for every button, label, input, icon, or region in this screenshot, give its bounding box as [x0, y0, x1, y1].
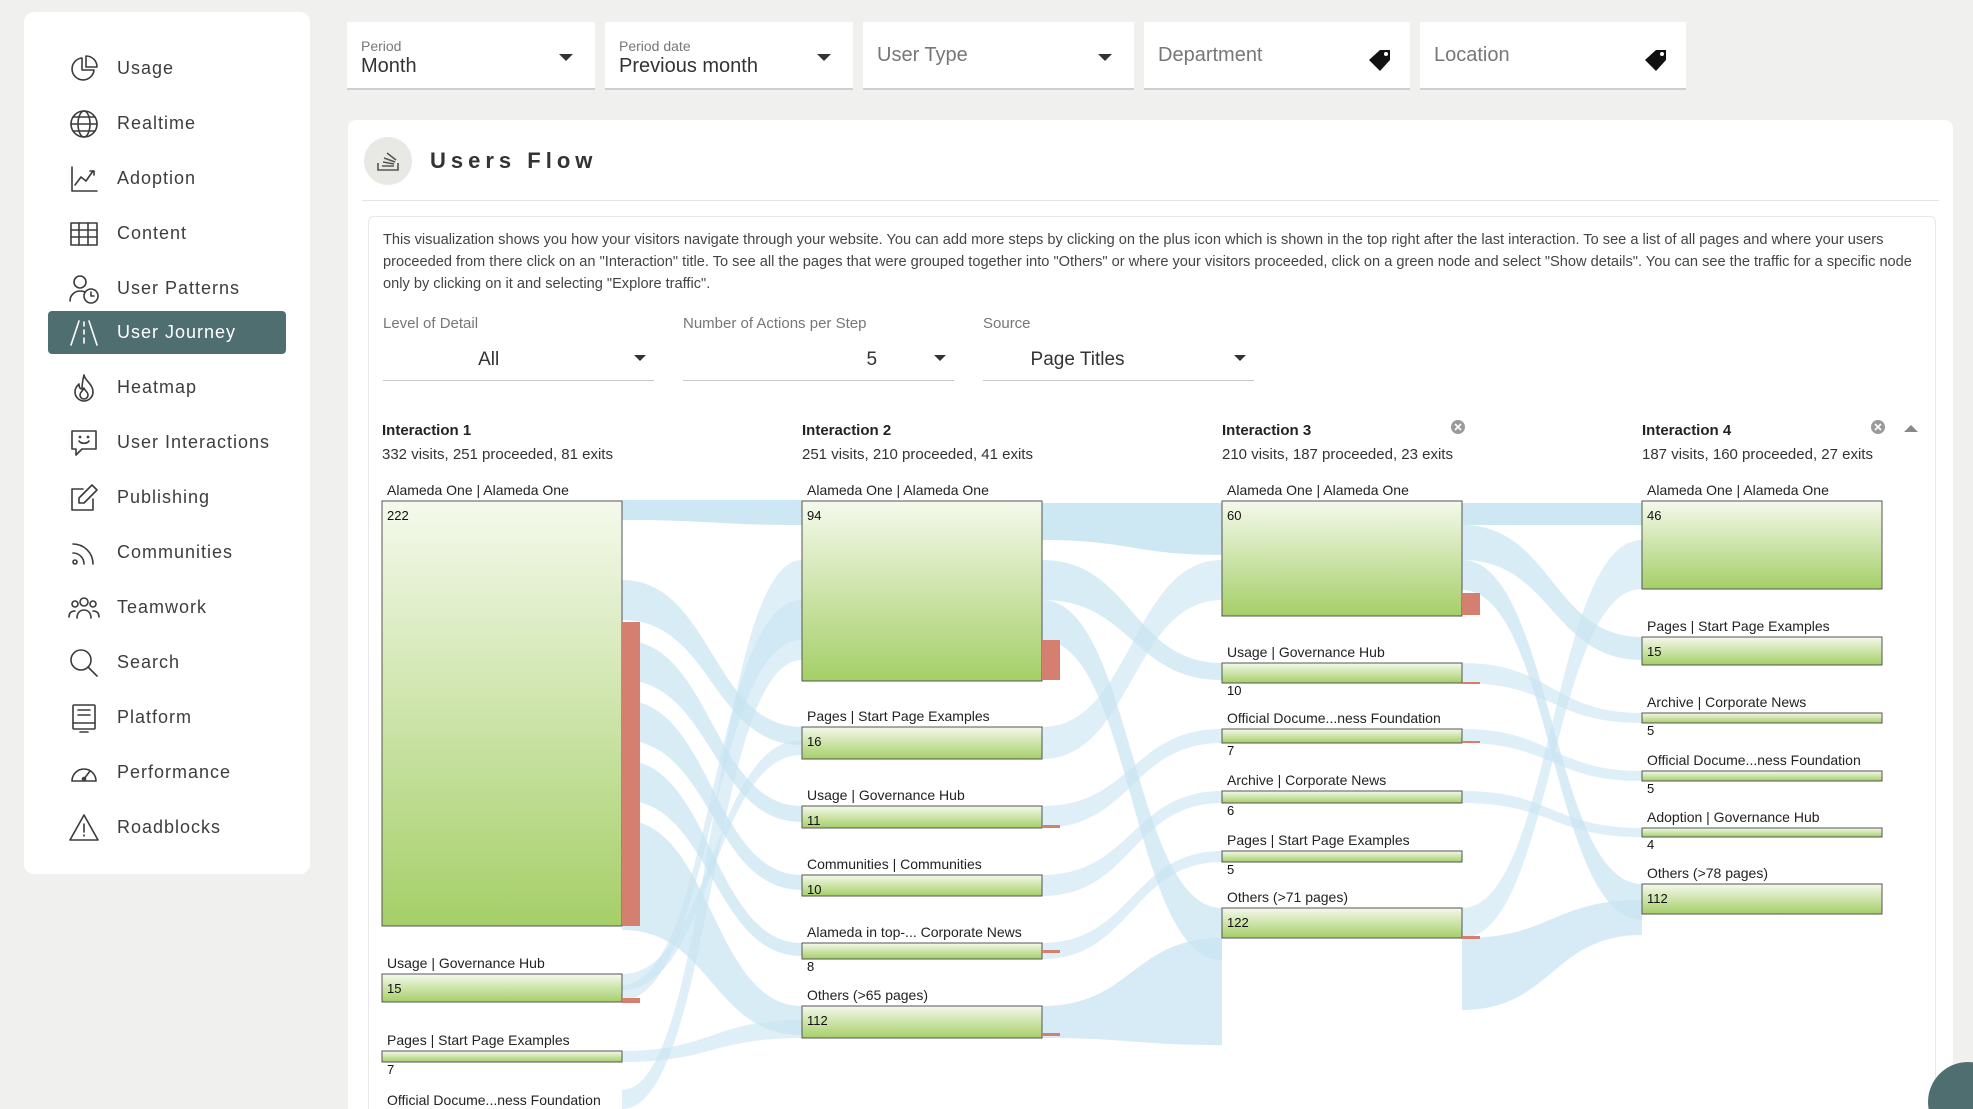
- interaction-stats: 332 visits, 251 proceeded, 81 exits: [382, 446, 613, 463]
- node-value: 5: [1647, 781, 1654, 796]
- flow-node[interactable]: [1221, 662, 1463, 684]
- node-label: Communities | Communities: [807, 856, 982, 872]
- node-label: Pages | Start Page Examples: [807, 708, 990, 724]
- node-label: Official Docume...ness Foundation: [387, 1092, 601, 1108]
- node-value: 15: [1647, 644, 1661, 659]
- exit-bar: [622, 998, 640, 1003]
- flow-node[interactable]: [801, 500, 1043, 682]
- exit-bar: [1042, 950, 1060, 953]
- node-label: Alameda One | Alameda One: [387, 482, 569, 498]
- flow-node[interactable]: [1641, 636, 1883, 666]
- flow-node[interactable]: [1641, 827, 1883, 838]
- interaction-stats: 187 visits, 160 proceeded, 27 exits: [1642, 446, 1873, 463]
- node-value: 6: [1227, 803, 1234, 818]
- node-label: Pages | Start Page Examples: [1647, 618, 1830, 634]
- flow-node[interactable]: [801, 874, 1043, 897]
- node-label: Archive | Corporate News: [1647, 694, 1806, 710]
- exit-bar: [1462, 593, 1480, 615]
- flow-link: [1462, 663, 1642, 723]
- interaction-title[interactable]: Interaction 2: [802, 422, 891, 439]
- node-label: Usage | Governance Hub: [1227, 644, 1385, 660]
- node-label: Alameda in top-... Corporate News: [807, 924, 1022, 940]
- node-value: 222: [387, 508, 409, 523]
- node-value: 122: [1227, 915, 1249, 930]
- node-value: 46: [1647, 508, 1661, 523]
- interaction-stats: 251 visits, 210 proceeded, 41 exits: [802, 446, 1033, 463]
- flow-links: [622, 500, 1642, 1109]
- interaction-title[interactable]: Interaction 3: [1222, 422, 1311, 439]
- exit-bar: [622, 622, 640, 926]
- node-value: 7: [387, 1062, 394, 1077]
- interaction-stats: 210 visits, 187 proceeded, 23 exits: [1222, 446, 1453, 463]
- flow-node[interactable]: [1221, 790, 1463, 804]
- node-label: Usage | Governance Hub: [807, 787, 965, 803]
- remove-step-icon[interactable]: [1871, 420, 1885, 434]
- node-value: 11: [807, 813, 821, 828]
- flow-link: [622, 1020, 802, 1062]
- node-value: 94: [807, 508, 821, 523]
- node-value: 10: [807, 882, 821, 897]
- exit-bar: [1042, 1033, 1060, 1036]
- interaction-title[interactable]: Interaction 4: [1642, 422, 1732, 439]
- flow-node[interactable]: [1221, 728, 1463, 744]
- node-label: Usage | Governance Hub: [387, 955, 545, 971]
- node-label: Others (>71 pages): [1227, 889, 1348, 905]
- node-value: 16: [807, 734, 821, 749]
- flow-node[interactable]: [801, 805, 1043, 829]
- node-label: Archive | Corporate News: [1227, 772, 1386, 788]
- node-label: Official Docume...ness Foundation: [1647, 752, 1861, 768]
- node-value: 7: [1227, 743, 1234, 758]
- node-label: Pages | Start Page Examples: [1227, 832, 1410, 848]
- node-label: Adoption | Governance Hub: [1647, 809, 1820, 825]
- node-label: Others (>65 pages): [807, 987, 928, 1003]
- interaction-headers: Interaction 1 332 visits, 251 proceeded, …: [382, 420, 1918, 463]
- flow-node[interactable]: [1641, 500, 1883, 590]
- flow-node[interactable]: [1641, 712, 1883, 724]
- node-label: Others (>78 pages): [1647, 865, 1768, 881]
- flow-node[interactable]: [1641, 883, 1883, 915]
- interaction-title[interactable]: Interaction 1: [382, 422, 471, 439]
- node-value: 60: [1227, 508, 1241, 523]
- remove-step-icon[interactable]: [1451, 420, 1465, 434]
- node-label: Alameda One | Alameda One: [1227, 482, 1409, 498]
- flow-link: [1462, 791, 1642, 837]
- flow-node[interactable]: [381, 500, 623, 927]
- node-value: 8: [807, 959, 814, 974]
- flow-node[interactable]: [1221, 907, 1463, 939]
- node-value: 10: [1227, 683, 1241, 698]
- node-value: 112: [1647, 891, 1668, 906]
- exit-bar: [1462, 682, 1480, 684]
- flow-node[interactable]: [801, 1005, 1043, 1039]
- exit-bar: [1462, 936, 1480, 939]
- users-flow-diagram: Alameda One | Alameda One 222 Usage | Gove…: [381, 420, 1918, 1109]
- flow-node[interactable]: [1221, 850, 1463, 863]
- flow-node[interactable]: [381, 1050, 623, 1063]
- exit-bar: [1462, 741, 1480, 743]
- exit-bar: [1042, 640, 1060, 680]
- node-label: Pages | Start Page Examples: [387, 1032, 570, 1048]
- flow-node[interactable]: [801, 942, 1043, 960]
- flow-link: [1042, 503, 1222, 555]
- exit-bar: [1042, 825, 1060, 828]
- node-label: Alameda One | Alameda One: [807, 482, 989, 498]
- node-value: 15: [387, 981, 401, 996]
- node-value: 112: [807, 1013, 828, 1028]
- node-value: 5: [1227, 862, 1234, 877]
- node-value: 5: [1647, 723, 1654, 738]
- flow-node[interactable]: [381, 973, 623, 1003]
- collapse-icon[interactable]: [1904, 425, 1918, 432]
- flow-node[interactable]: [801, 726, 1043, 760]
- node-value: 4: [1647, 837, 1654, 852]
- flow-link: [1462, 503, 1642, 525]
- node-label: Official Docume...ness Foundation: [1227, 710, 1441, 726]
- flow-node[interactable]: [1221, 500, 1463, 617]
- node-label: Alameda One | Alameda One: [1647, 482, 1829, 498]
- flow-link: [622, 500, 802, 525]
- flow-node[interactable]: [1641, 770, 1883, 782]
